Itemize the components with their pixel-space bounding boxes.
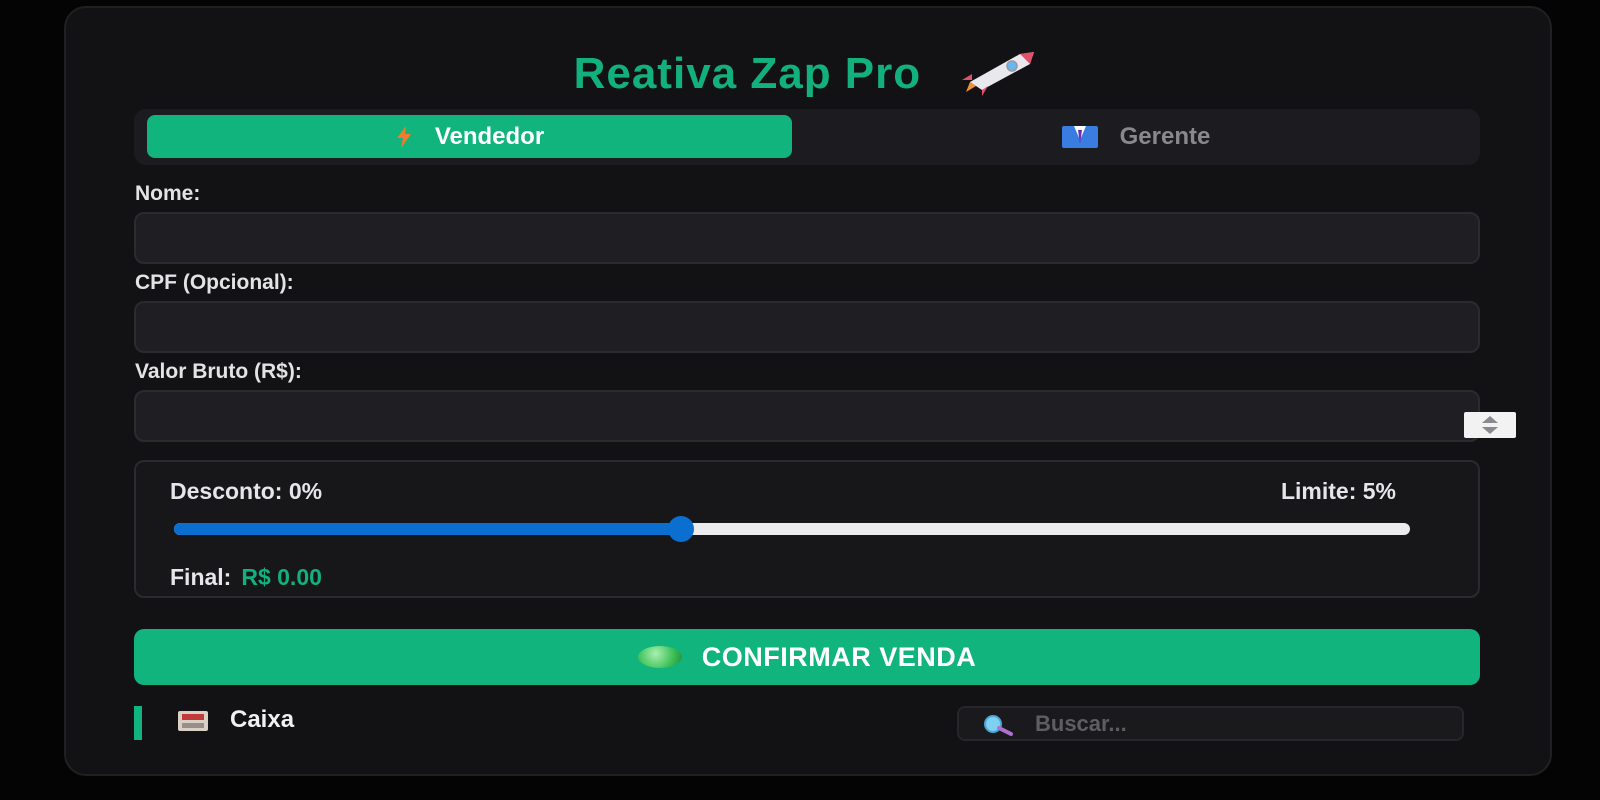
role-tabs: Vendedor Gerente: [134, 109, 1480, 165]
lightning-icon: [396, 125, 411, 148]
main-card: Reativa Zap Pro Vendedor Gerente Nome: C…: [64, 6, 1552, 776]
nome-label: Nome:: [135, 182, 201, 205]
cpf-label: CPF (Opcional):: [135, 271, 294, 294]
search-input[interactable]: [1035, 708, 1455, 739]
discount-label: Desconto: 0%: [170, 478, 323, 504]
final-value: R$ 0.00: [241, 564, 322, 590]
confirm-sale-button[interactable]: CONFIRMAR VENDA: [134, 629, 1480, 685]
limit-label: Limite: 5%: [1280, 478, 1396, 504]
tab-vendedor-label: Vendedor: [434, 122, 545, 150]
confirm-sale-label: CONFIRMAR VENDA: [701, 641, 977, 672]
cpf-field[interactable]: [134, 301, 1480, 353]
register-icon: [178, 711, 208, 731]
search-box: [957, 706, 1464, 741]
discount-slider[interactable]: [174, 516, 1410, 542]
tab-gerente-label: Gerente: [1119, 122, 1211, 150]
tab-gerente[interactable]: Gerente: [792, 115, 1480, 158]
caixa-accent-bar: [134, 706, 142, 740]
stepper-arrows-icon: [1482, 416, 1498, 434]
final-label: Final:: [170, 564, 232, 590]
tab-vendedor[interactable]: Vendedor: [147, 115, 792, 158]
discount-slider-fill: [174, 523, 681, 535]
app-title-text: Reativa Zap Pro: [573, 49, 922, 98]
caixa-label: Caixa: [230, 706, 295, 733]
discount-slider-thumb[interactable]: [667, 516, 694, 542]
rocket-icon: [962, 52, 1035, 96]
green-circle-icon: [637, 646, 682, 668]
final-price: Final: R$ 0.00: [170, 564, 322, 591]
valor-bruto-label: Valor Bruto (R$):: [135, 360, 302, 383]
valor-bruto-stepper[interactable]: [1464, 412, 1516, 438]
search-icon: [984, 715, 1013, 736]
suit-icon: [1061, 125, 1098, 148]
app-title: Reativa Zap Pro: [66, 46, 1550, 99]
valor-bruto-field[interactable]: [134, 390, 1480, 442]
nome-field[interactable]: [134, 212, 1480, 264]
